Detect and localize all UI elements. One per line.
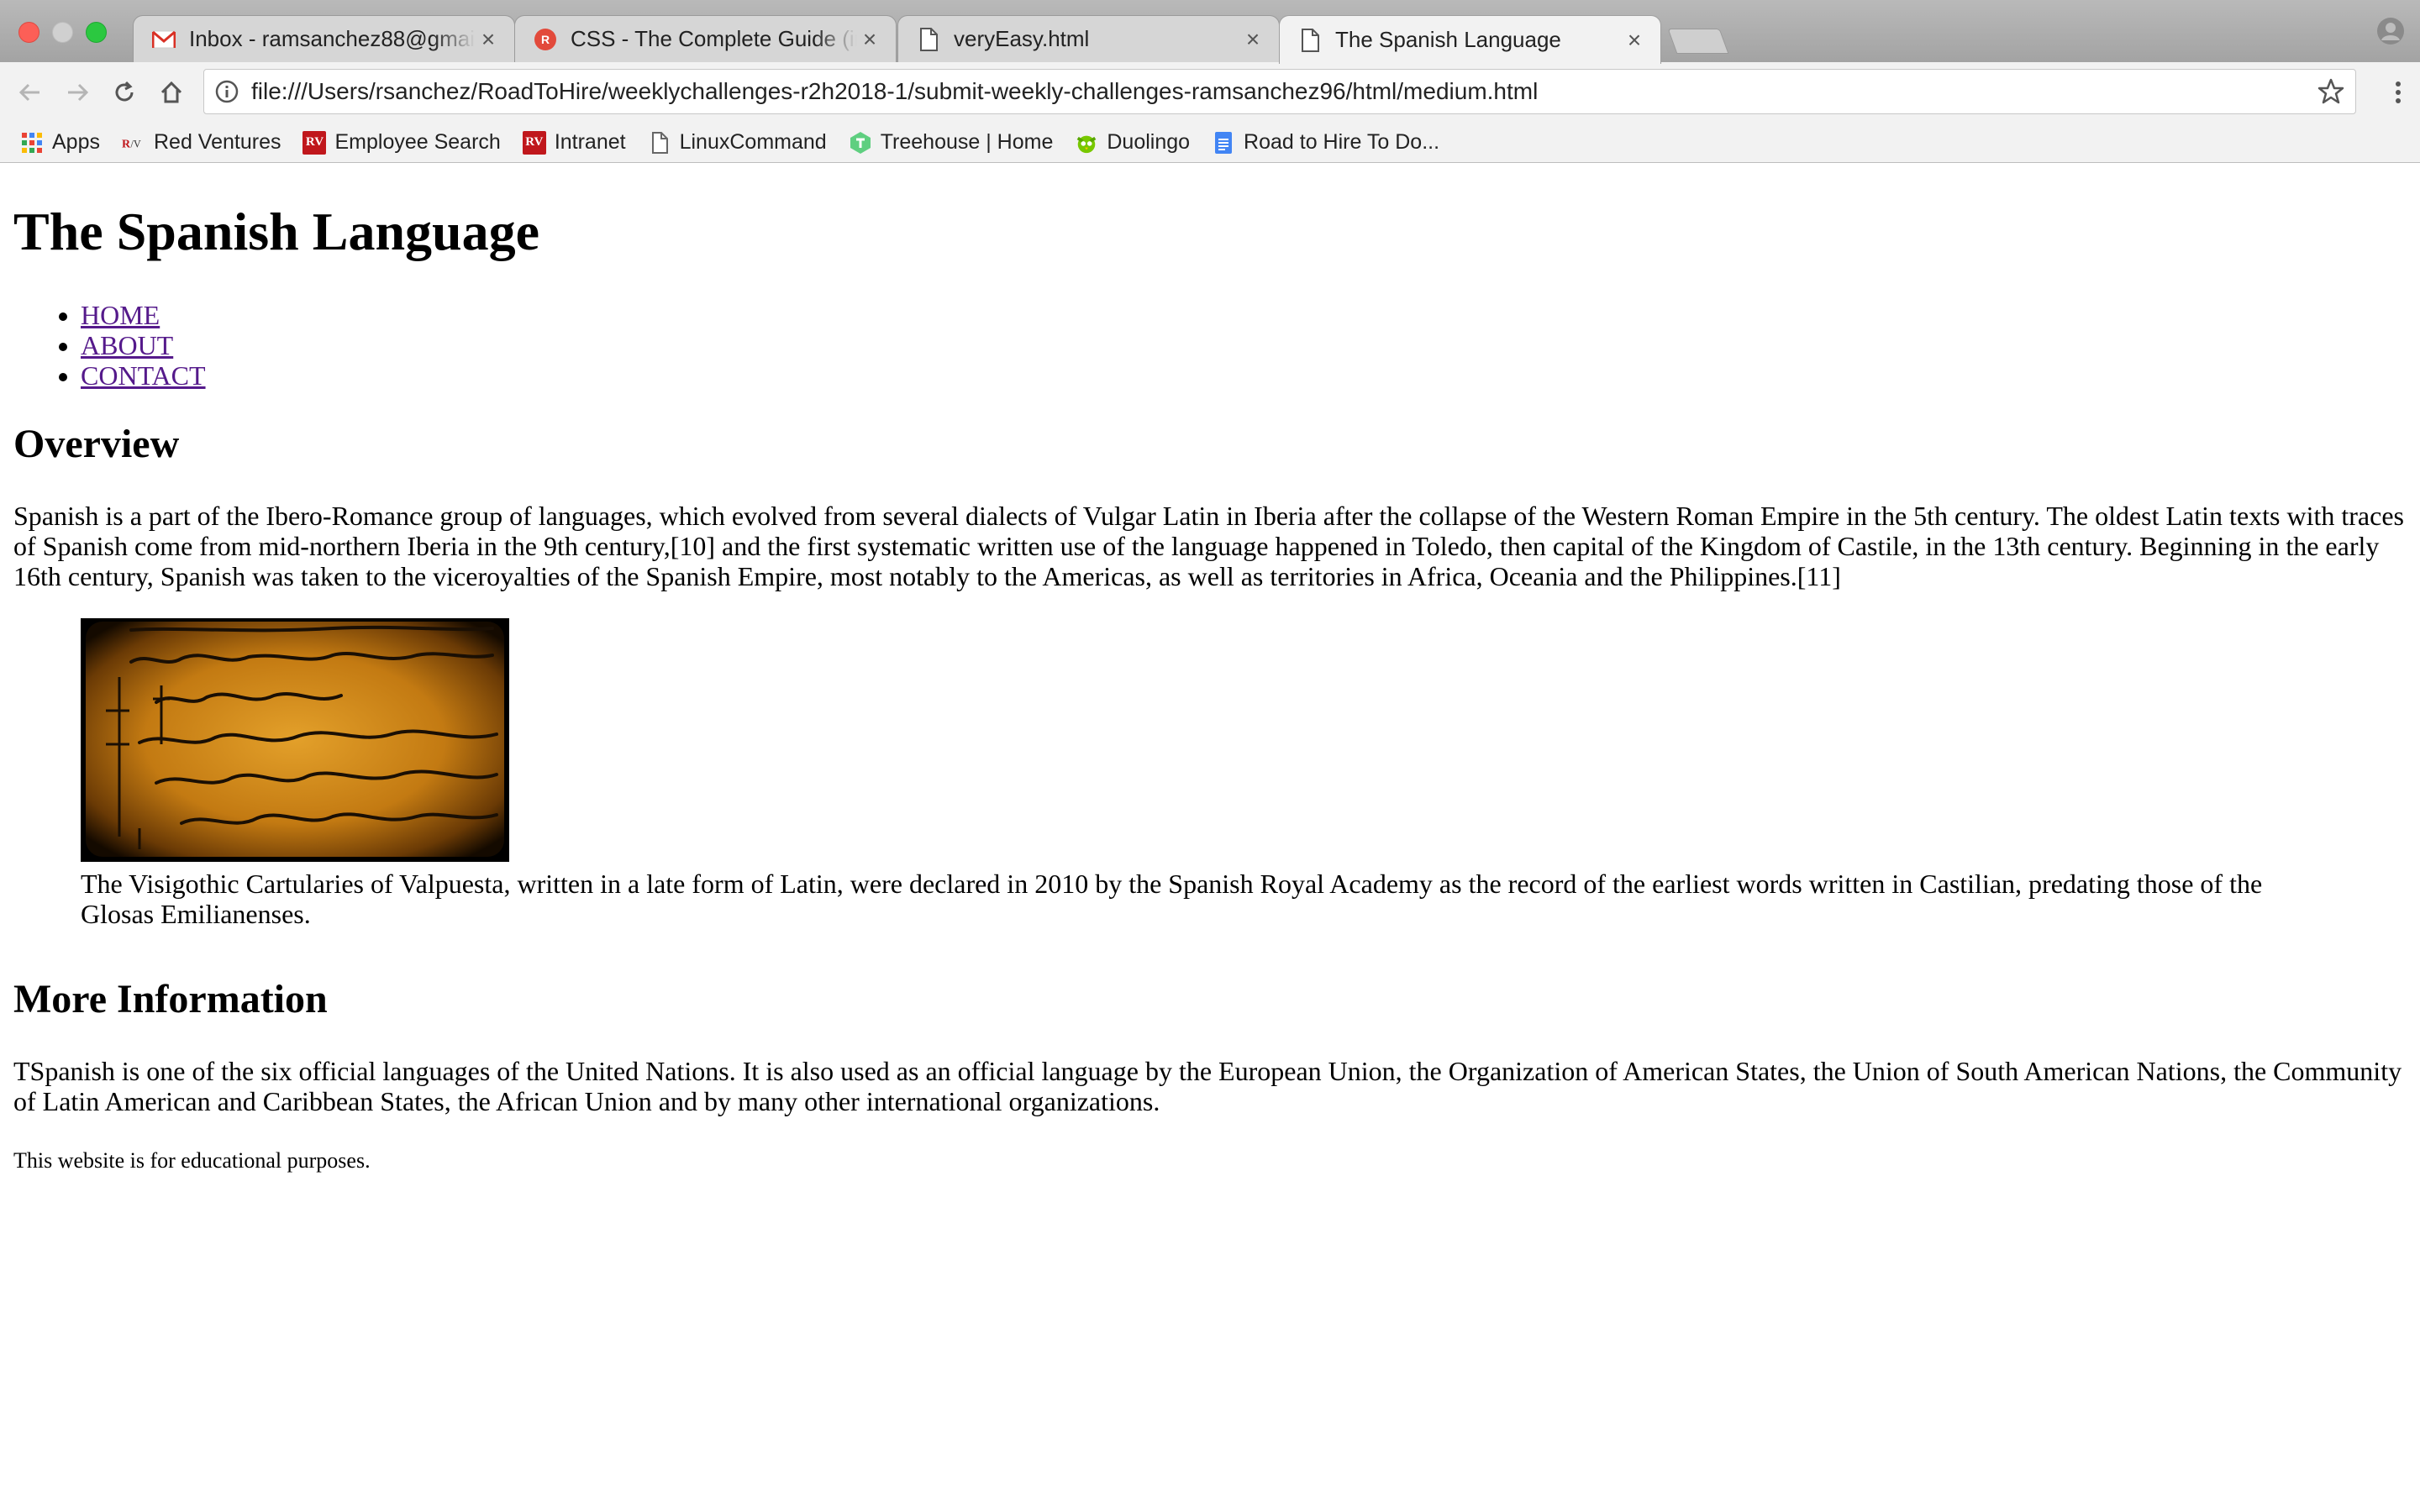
forward-arrow-icon (68, 83, 89, 102)
bookmark-label: Intranet (554, 130, 626, 154)
tab-title: The Spanish Language (1335, 27, 1561, 52)
profile-icon[interactable] (2376, 17, 2405, 45)
bookmark-treehouse[interactable]: Treehouse | Home (849, 126, 1054, 160)
rv-badge-icon: RV (522, 130, 546, 155)
figure-caption: The Visigothic Cartularies of Valpuesta,… (81, 868, 2263, 929)
tab-close-icon[interactable]: × (476, 26, 501, 52)
nav-link-home[interactable]: HOME (81, 300, 160, 330)
more-information-heading: More Information (13, 976, 328, 1021)
bookmark-road-to-hire[interactable]: Road to Hire To Do... (1212, 126, 1439, 160)
udemy-icon: R (534, 28, 557, 51)
nav-link-about[interactable]: ABOUT (81, 330, 173, 360)
home-icon (160, 81, 182, 103)
nav-item-contact: CONTACT (81, 360, 2407, 391)
back-arrow-icon (18, 83, 39, 102)
bookmark-label: Road to Hire To Do... (1244, 130, 1440, 154)
bookmark-duolingo[interactable]: Duolingo (1075, 126, 1190, 160)
file-icon (648, 131, 671, 155)
bookmark-intranet[interactable]: RV Intranet (522, 126, 626, 160)
rv-logo-icon: R/V (122, 131, 145, 155)
tab-strip: Inbox - ramsanchez88@gmail.c × R CSS - T… (0, 0, 2420, 64)
rv-badge-icon: RV (302, 130, 327, 155)
back-button[interactable] (12, 74, 49, 111)
nav-list: HOME ABOUT CONTACT (13, 300, 2407, 391)
bookmark-label: Treehouse | Home (880, 130, 1054, 154)
maximize-window-button[interactable] (86, 22, 107, 43)
bookmark-red-ventures[interactable]: R/V Red Ventures (122, 126, 281, 160)
close-window-button[interactable] (18, 22, 39, 43)
apps-grid-icon (20, 131, 44, 155)
address-bar[interactable]: file:///Users/rsanchez/RoadToHire/weekly… (203, 69, 2356, 114)
tab-title: CSS - The Complete Guide (inc (571, 26, 857, 51)
bookmark-label: Employee Search (334, 130, 501, 154)
browser-toolbar: file:///Users/rsanchez/RoadToHire/weekly… (0, 62, 2420, 123)
tab-spanish-language[interactable]: The Spanish Language × (1279, 15, 1661, 64)
bookmark-linuxcommand[interactable]: LinuxCommand (648, 126, 827, 160)
more-information-paragraph: TSpanish is one of the six official lang… (13, 1055, 2402, 1116)
tab-close-icon[interactable]: × (857, 26, 882, 52)
tab-css-guide[interactable]: R CSS - The Complete Guide (inc × (514, 15, 897, 62)
duolingo-icon (1075, 131, 1098, 155)
tab-title: veryEasy.html (954, 26, 1090, 51)
gmail-icon (152, 28, 176, 51)
bookmark-label: LinuxCommand (679, 130, 827, 154)
bookmark-label: Red Ventures (153, 130, 281, 154)
manuscript-image (81, 617, 509, 862)
tab-close-icon[interactable]: × (1622, 27, 1647, 53)
nav-item-home: HOME (81, 300, 2407, 330)
page-title: The Spanish Language (13, 202, 540, 261)
nav-link-contact[interactable]: CONTACT (81, 360, 206, 391)
page-content: The Spanish Language HOME ABOUT CONTACT … (0, 164, 2420, 1512)
tab-title: Inbox - ramsanchez88@gmail.c (189, 26, 476, 51)
menu-icon[interactable] (2388, 74, 2408, 111)
bookmark-apps[interactable]: Apps (20, 126, 100, 160)
bookmark-star-icon[interactable] (2317, 77, 2345, 106)
forward-button[interactable] (59, 74, 96, 111)
overview-heading: Overview (13, 421, 180, 466)
home-button[interactable] (153, 74, 190, 111)
nav-item-about: ABOUT (81, 330, 2407, 360)
tab-close-icon[interactable]: × (1240, 26, 1265, 52)
url-text[interactable]: file:///Users/rsanchez/RoadToHire/weekly… (251, 78, 2317, 105)
svg-text:/V: /V (130, 138, 140, 150)
bookmarks-bar: Apps R/V Red Ventures RV Employee Search… (0, 123, 2420, 163)
bookmark-label: Duolingo (1107, 130, 1191, 154)
svg-text:R: R (541, 33, 550, 46)
file-icon (917, 27, 940, 51)
file-icon (1298, 28, 1322, 52)
treehouse-icon (849, 131, 872, 155)
tab-veryeasy[interactable]: veryEasy.html × (897, 15, 1280, 62)
new-tab-button[interactable] (1667, 29, 1729, 54)
info-icon[interactable] (214, 79, 239, 104)
figure: The Visigothic Cartularies of Valpuesta,… (81, 617, 2407, 929)
svg-text:R: R (122, 138, 131, 150)
tab-gmail[interactable]: Inbox - ramsanchez88@gmail.c × (133, 15, 515, 62)
bookmark-employee-search[interactable]: RV Employee Search (302, 126, 501, 160)
reload-icon (115, 81, 134, 102)
bookmark-label: Apps (52, 130, 100, 154)
google-docs-icon (1212, 131, 1235, 155)
minimize-window-button[interactable] (52, 22, 73, 43)
reload-button[interactable] (106, 74, 143, 111)
footer-note: This website is for educational purposes… (13, 1147, 371, 1173)
overview-paragraph: Spanish is a part of the Ibero-Romance g… (13, 500, 2404, 591)
